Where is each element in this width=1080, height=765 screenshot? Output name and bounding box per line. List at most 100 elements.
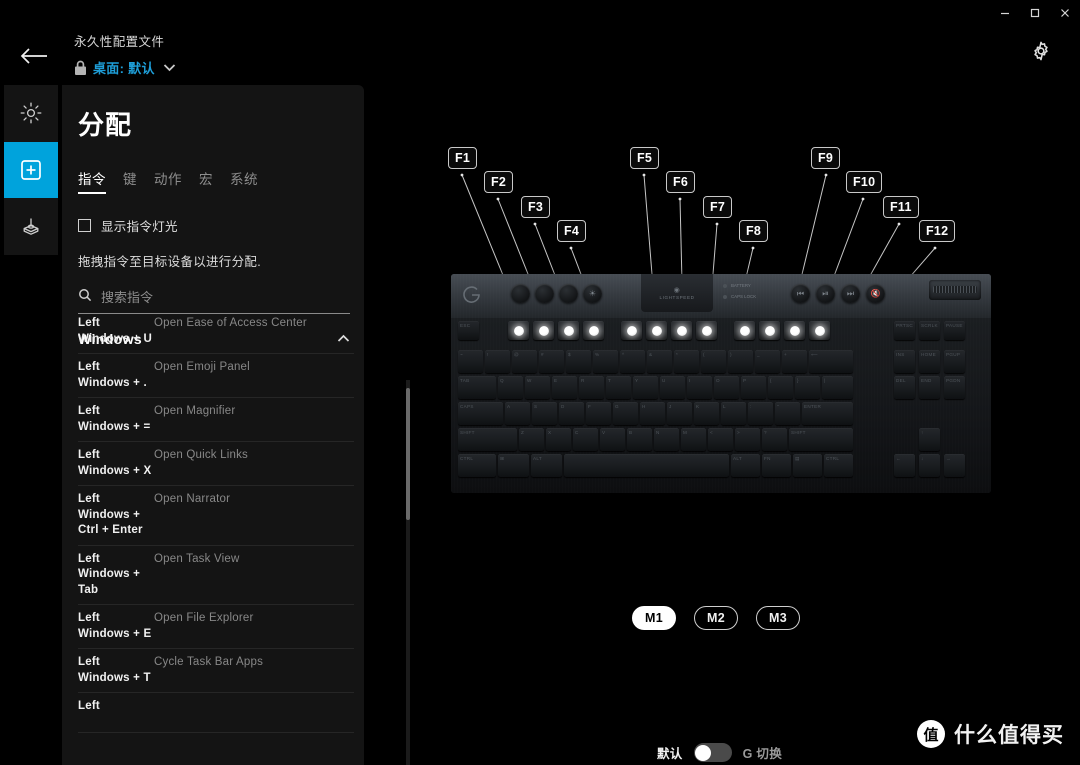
key-shift-left[interactable]: SHIFT (458, 428, 517, 451)
minimize-button[interactable] (990, 0, 1020, 26)
key-f9[interactable] (734, 321, 755, 340)
key-backspace[interactable]: ⟵ (809, 350, 853, 373)
key-q[interactable]: Q (498, 376, 523, 399)
callout-f3[interactable]: F3 (521, 196, 551, 218)
key-bracketright[interactable]: } (795, 376, 820, 399)
key-f6[interactable] (646, 321, 667, 340)
callout-f6[interactable]: F6 (666, 171, 696, 193)
play-pause-button[interactable]: ⏯ (816, 284, 835, 303)
key-0[interactable]: ) (728, 350, 753, 373)
mute-button[interactable]: 🔇 (866, 284, 885, 303)
key-f[interactable]: F (586, 402, 611, 425)
key-2[interactable]: @ (512, 350, 537, 373)
callout-f4[interactable]: F4 (557, 220, 587, 242)
key-a[interactable]: A (505, 402, 530, 425)
key-backslash[interactable]: | (822, 376, 853, 399)
key-menu[interactable]: ▤ (793, 454, 822, 477)
key-e[interactable]: E (552, 376, 577, 399)
key-n[interactable]: N (654, 428, 679, 451)
callout-f10[interactable]: F10 (846, 171, 883, 193)
key-insert[interactable]: INS (894, 350, 915, 373)
list-item[interactable]: Left Windows + Ctrl + Enter Open Narrato… (78, 486, 354, 546)
key-ctrl-left[interactable]: CTRL (458, 454, 496, 477)
tab-keys[interactable]: 键 (123, 168, 137, 194)
key-z[interactable]: Z (519, 428, 544, 451)
key-h[interactable]: H (640, 402, 665, 425)
key-end[interactable]: END (919, 376, 940, 399)
callout-f12[interactable]: F12 (919, 220, 956, 242)
game-mode-button[interactable] (559, 284, 578, 303)
key-f11[interactable] (784, 321, 805, 340)
key-comma[interactable]: < (708, 428, 733, 451)
key-pause[interactable]: PAUSE (944, 321, 965, 340)
sidebar-item-games[interactable] (4, 198, 58, 255)
key-1[interactable]: ! (485, 350, 510, 373)
list-item[interactable]: Left Windows + U Open Ease of Access Cen… (78, 310, 354, 354)
key-arrow-right[interactable]: → (944, 454, 965, 477)
tab-actions[interactable]: 动作 (154, 168, 182, 194)
key-enter[interactable]: ENTER (802, 402, 853, 425)
key-m[interactable]: M (681, 428, 706, 451)
list-item[interactable]: Left Windows + = Open Magnifier (78, 398, 354, 442)
key-f2[interactable] (533, 321, 554, 340)
key-arrow-left[interactable]: ← (894, 454, 915, 477)
key-shift-right[interactable]: SHIFT (789, 428, 853, 451)
key-x[interactable]: X (546, 428, 571, 451)
key-7[interactable]: & (647, 350, 672, 373)
key-g[interactable]: G (613, 402, 638, 425)
key-home[interactable]: HOME (919, 350, 940, 373)
command-list[interactable]: Left Windows + U Open Ease of Access Cen… (62, 310, 364, 765)
key-delete[interactable]: DEL (894, 376, 915, 399)
key-alt-right[interactable]: ALT (731, 454, 760, 477)
callout-f2[interactable]: F2 (484, 171, 514, 193)
key-period[interactable]: > (735, 428, 760, 451)
key-w[interactable]: W (525, 376, 550, 399)
key-tab[interactable]: TAB (458, 376, 496, 399)
key-space[interactable] (564, 454, 729, 477)
chevron-down-icon[interactable] (163, 59, 176, 77)
key-pageup[interactable]: PGUP (944, 350, 965, 373)
maximize-button[interactable] (1020, 0, 1050, 26)
key-c[interactable]: C (573, 428, 598, 451)
key-f1[interactable] (508, 321, 529, 340)
callout-f8[interactable]: F8 (739, 220, 769, 242)
key-y[interactable]: Y (633, 376, 658, 399)
list-item[interactable]: Left Windows + . Open Emoji Panel (78, 354, 354, 398)
tab-system[interactable]: 系统 (230, 168, 258, 194)
key-capslock[interactable]: CAPS (458, 402, 503, 425)
key-windows[interactable]: ⊞ (498, 454, 529, 477)
key-ctrl-right[interactable]: CTRL (824, 454, 853, 477)
callout-f5[interactable]: F5 (630, 147, 660, 169)
key-backtick[interactable]: ~ (458, 350, 483, 373)
key-d[interactable]: D (559, 402, 584, 425)
key-scrolllock[interactable]: SCRLK (919, 321, 940, 340)
key-bracketleft[interactable]: { (768, 376, 793, 399)
key-l[interactable]: L (721, 402, 746, 425)
key-j[interactable]: J (667, 402, 692, 425)
key-alt-left[interactable]: ALT (531, 454, 562, 477)
list-item[interactable]: Left Windows + E Open File Explorer (78, 605, 354, 649)
callout-f9[interactable]: F9 (811, 147, 841, 169)
key-f10[interactable] (759, 321, 780, 340)
show-command-lighting-checkbox[interactable] (78, 219, 91, 232)
tab-macros[interactable]: 宏 (199, 168, 213, 194)
key-5[interactable]: % (593, 350, 618, 373)
search-input[interactable] (101, 290, 350, 305)
show-command-lighting-row[interactable]: 显示指令灯光 (78, 216, 364, 235)
key-equals[interactable]: + (782, 350, 807, 373)
mode-button-m2[interactable]: M2 (694, 606, 738, 630)
key-semicolon[interactable]: : (748, 402, 773, 425)
volume-roller[interactable] (929, 280, 981, 300)
key-4[interactable]: $ (566, 350, 591, 373)
key-esc[interactable]: ESC (458, 321, 479, 340)
key-f4[interactable] (583, 321, 604, 340)
next-track-button[interactable]: ⏭ (841, 284, 860, 303)
callout-f1[interactable]: F1 (448, 147, 478, 169)
key-slash[interactable]: ? (762, 428, 787, 451)
key-s[interactable]: S (532, 402, 557, 425)
key-6[interactable]: ^ (620, 350, 645, 373)
gear-icon[interactable] (1028, 38, 1054, 64)
gshift-toggle[interactable] (693, 743, 732, 762)
key-v[interactable]: V (600, 428, 625, 451)
key-p[interactable]: P (741, 376, 766, 399)
